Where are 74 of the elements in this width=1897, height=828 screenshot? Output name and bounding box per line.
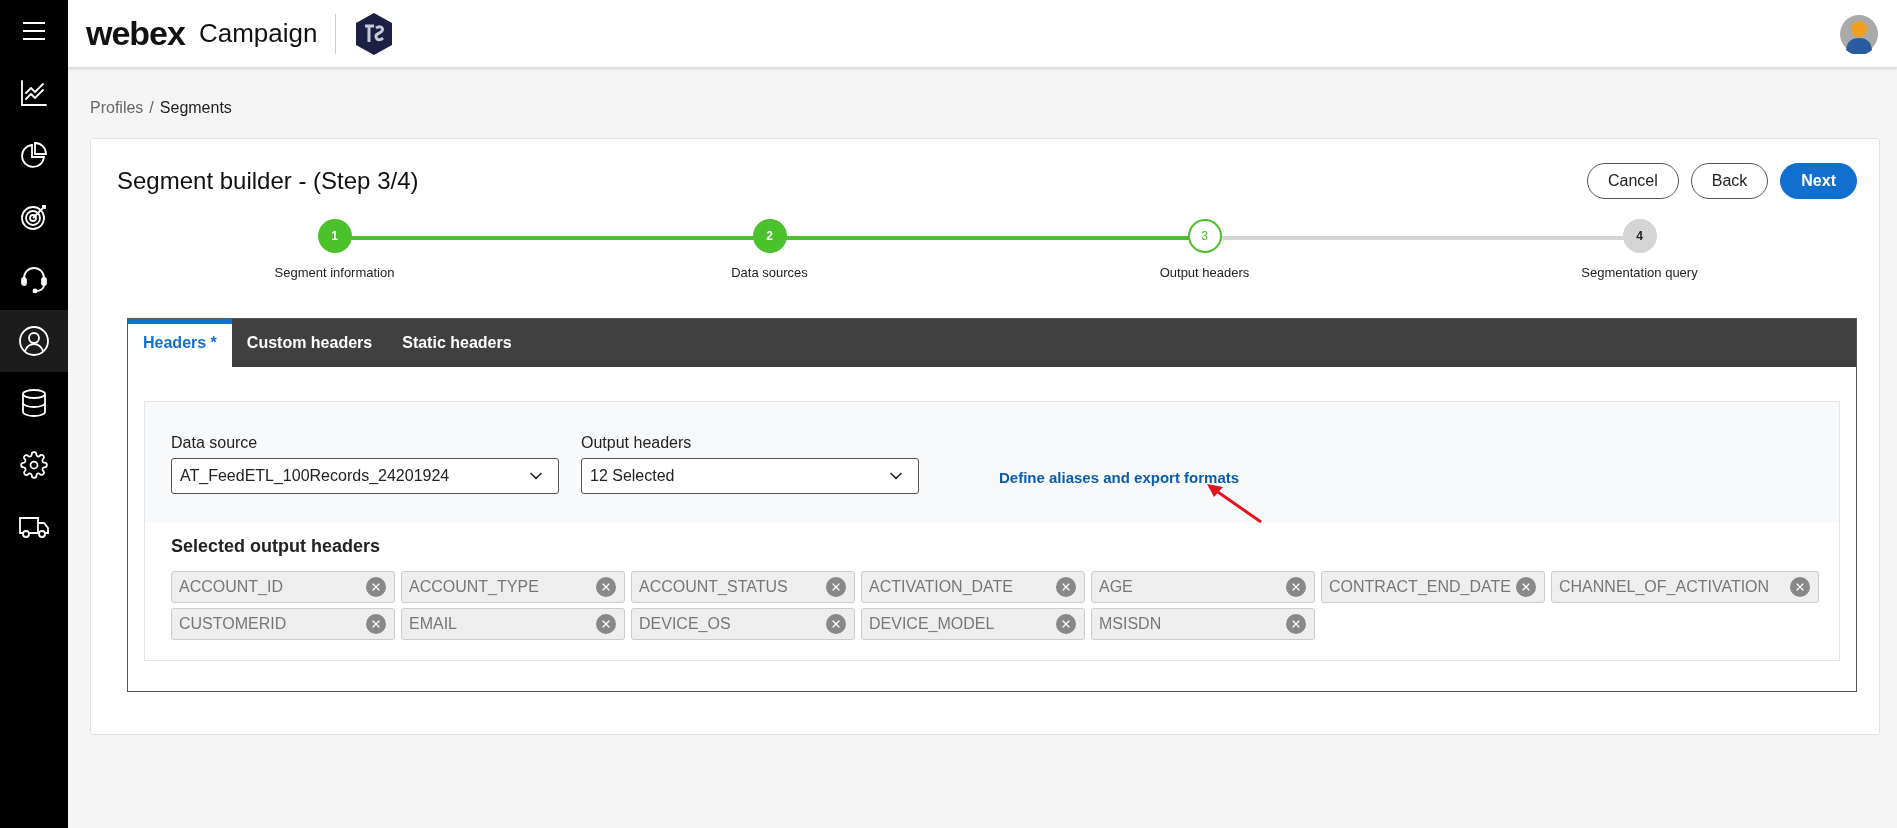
step-label: Data sources (731, 265, 808, 280)
close-icon (1060, 618, 1072, 630)
section-heading: Selected output headers (171, 536, 382, 557)
brand-logo: webex (86, 14, 185, 53)
close-icon (370, 618, 382, 630)
primary-button[interactable]: Next (1780, 163, 1857, 199)
field-label: Data source (171, 434, 259, 452)
breadcrumb-item: Segments (159, 99, 232, 117)
target-icon (20, 203, 48, 231)
close-icon (600, 618, 612, 630)
remove-button[interactable] (366, 577, 386, 597)
chip-label: MSISDN (1099, 615, 1162, 633)
chip-label: CUSTOMERID (179, 615, 287, 633)
link[interactable]: Define aliases and export formats (999, 469, 1240, 486)
close-icon (1290, 581, 1302, 593)
avatar-icon[interactable] (1839, 13, 1879, 54)
outline-button[interactable]: Cancel (1586, 163, 1679, 199)
remove-button[interactable] (826, 614, 846, 634)
chip-label: AGE (1099, 578, 1133, 596)
database-icon (20, 388, 48, 418)
remove-button[interactable] (1286, 577, 1306, 597)
tab[interactable]: Headers * (128, 319, 232, 367)
remove-button[interactable] (1056, 577, 1076, 597)
step-circle: 1 (317, 219, 352, 253)
close-icon (830, 618, 842, 630)
breadcrumb-separator: / (149, 99, 154, 117)
page-title: Segment builder - (Step 3/4) (117, 167, 420, 195)
user-icon (18, 325, 50, 357)
headset-icon (20, 265, 48, 293)
remove-button[interactable] (826, 577, 846, 597)
dropdown-field[interactable]: 12 Selected (581, 458, 919, 494)
product-name: Campaign (198, 18, 318, 49)
remove-button[interactable] (366, 614, 386, 634)
close-icon (1290, 618, 1302, 630)
sidebar-item[interactable] (0, 310, 68, 372)
remove-button[interactable] (1516, 577, 1536, 597)
chip-label: ACCOUNT_STATUS (639, 578, 788, 596)
close-icon (600, 581, 612, 593)
chip-label: ACCOUNT_TYPE (409, 578, 539, 596)
chip-label: DEVICE_OS (639, 615, 731, 633)
remove-button[interactable] (1790, 577, 1810, 597)
remove-button[interactable] (1286, 614, 1306, 634)
settings-icon (20, 451, 48, 479)
dropdown-field[interactable]: AT_FeedETL_100Records_24201924 (171, 458, 559, 494)
line-chart-icon (20, 79, 48, 107)
close-icon (370, 581, 382, 593)
step-label: Segment information (274, 265, 395, 280)
chip-label: ACCOUNT_ID (179, 578, 283, 596)
chip-label: CONTRACT_END_DATE (1329, 578, 1511, 596)
step-circle: 3 (1187, 219, 1222, 253)
field-label: Output headers (581, 434, 693, 452)
step-label: Output headers (1159, 265, 1250, 280)
tab[interactable]: Custom headers (231, 319, 388, 367)
step-label: Segmentation query (1581, 265, 1698, 280)
close-icon (1520, 581, 1532, 593)
chip-label: DEVICE_MODEL (869, 615, 995, 633)
outline-button[interactable]: Back (1690, 163, 1769, 199)
menu-icon (23, 22, 45, 40)
chip-label: EMAIL (409, 615, 457, 633)
chip-label: CHANNEL_OF_ACTIVATION (1559, 578, 1770, 596)
step-circle: 2 (752, 219, 787, 253)
truck-icon (18, 515, 50, 539)
remove-button[interactable] (596, 614, 616, 634)
close-icon (1794, 581, 1806, 593)
tab[interactable]: Static headers (387, 319, 527, 367)
hexagon-logo-icon (354, 11, 395, 56)
pie-chart-icon (20, 141, 48, 169)
step-circle: 4 (1622, 219, 1657, 253)
chip-label: ACTIVATION_DATE (869, 578, 1013, 596)
close-icon (1060, 581, 1072, 593)
close-icon (830, 581, 842, 593)
breadcrumb-item[interactable]: Profiles (90, 99, 144, 117)
remove-button[interactable] (596, 577, 616, 597)
remove-button[interactable] (1056, 614, 1076, 634)
